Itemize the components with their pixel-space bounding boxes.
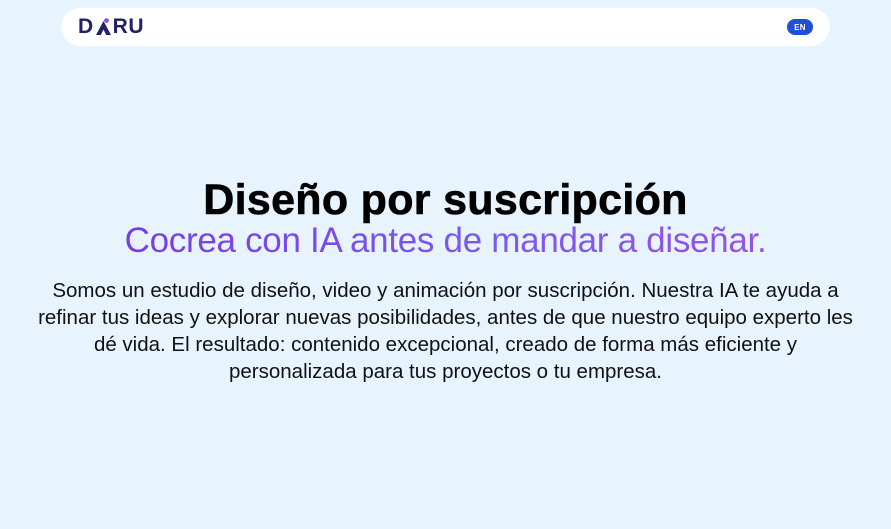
top-navbar: D RU EN <box>61 8 830 46</box>
hero-subtitle: Cocrea con IA antes de mandar a diseñar. <box>0 222 891 260</box>
hero-section: Diseño por suscripción Cocrea con IA ant… <box>0 172 891 385</box>
logo-letters-ru: RU <box>112 15 145 38</box>
logo-letter-d: D <box>78 15 94 38</box>
hero-description: Somos un estudio de diseño, video y anim… <box>38 279 853 383</box>
language-toggle-button[interactable]: EN <box>787 19 813 35</box>
hero-title: Diseño por suscripción <box>203 176 688 225</box>
logo-triangle-icon <box>95 18 112 36</box>
daru-logo[interactable]: D RU <box>78 8 144 46</box>
